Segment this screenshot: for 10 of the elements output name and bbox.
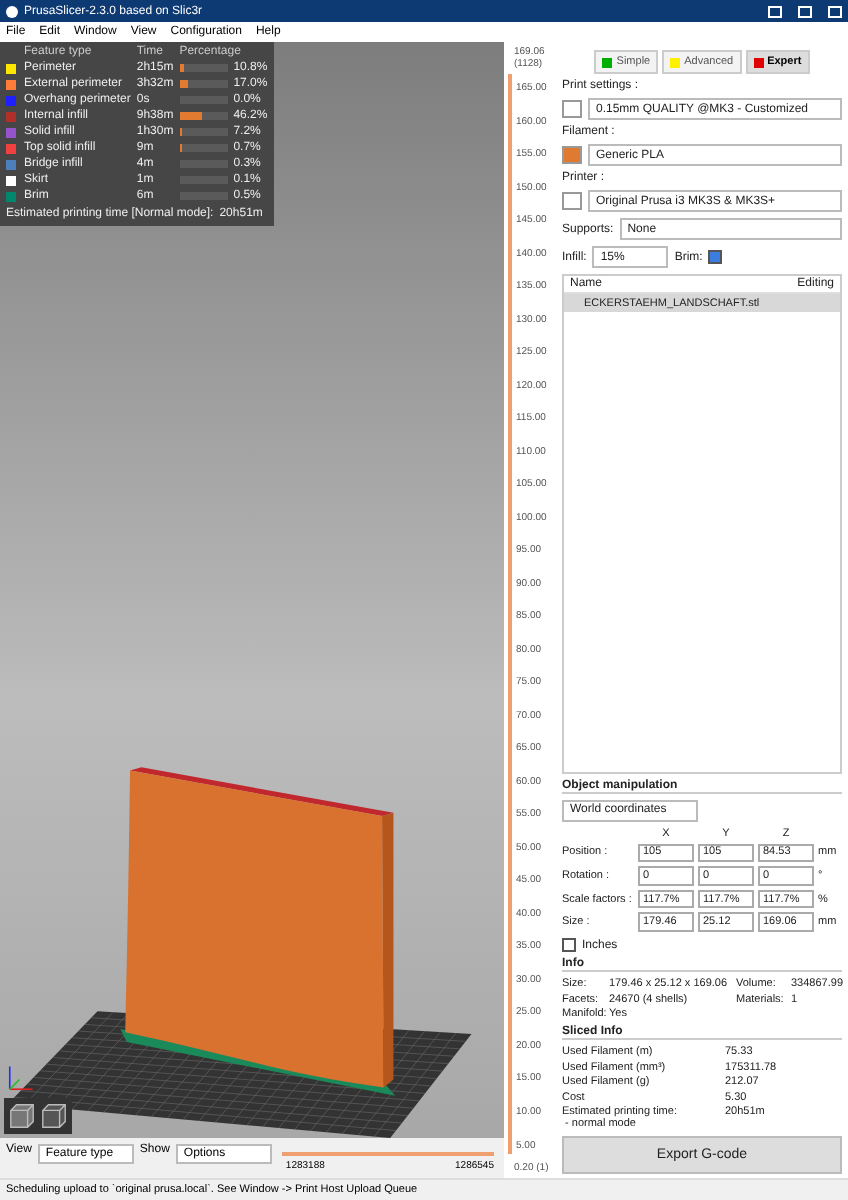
view-cube-icon[interactable] bbox=[40, 1102, 68, 1130]
app-logo-icon bbox=[6, 5, 18, 17]
view-cube-icon[interactable] bbox=[8, 1102, 36, 1130]
filament-color-icon bbox=[562, 146, 582, 164]
preset-icon bbox=[562, 192, 582, 210]
inches-checkbox[interactable] bbox=[562, 938, 576, 952]
axes-icon bbox=[8, 1065, 34, 1091]
maximize-icon[interactable] bbox=[798, 5, 812, 17]
preset-icon bbox=[562, 100, 582, 118]
brim-checkbox[interactable] bbox=[708, 250, 723, 264]
